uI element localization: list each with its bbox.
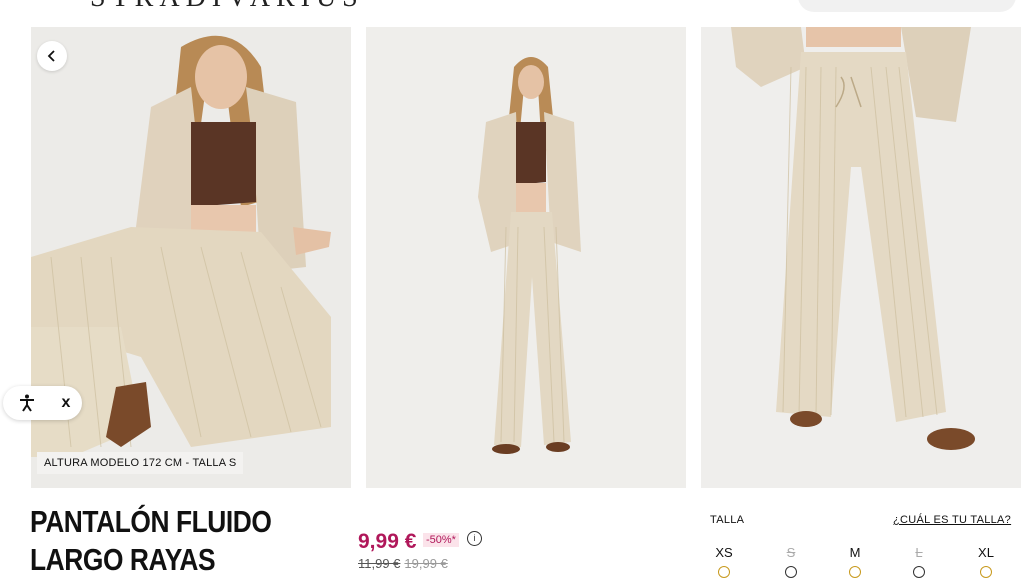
product-title: PANTALÓN FLUIDO LARGO RAYAS bbox=[30, 503, 285, 579]
size-option-l[interactable]: L bbox=[899, 545, 939, 560]
chevron-left-icon bbox=[47, 50, 55, 62]
size-label: TALLA bbox=[710, 514, 745, 526]
accessibility-close-button[interactable]: x bbox=[56, 392, 76, 414]
size-option-m[interactable]: M bbox=[835, 545, 875, 560]
info-icon[interactable]: i bbox=[467, 531, 482, 546]
size-option-s[interactable]: S bbox=[771, 545, 811, 560]
size-guide-link[interactable]: ¿CUÁL ES TU TALLA? bbox=[893, 514, 1011, 526]
search-bar[interactable] bbox=[798, 0, 1016, 12]
product-photo-3[interactable] bbox=[701, 27, 1021, 488]
model-info-tag: ALTURA MODELO 172 CM - TALLA S bbox=[37, 452, 244, 474]
accessibility-icon[interactable] bbox=[17, 393, 37, 413]
discount-badge: -50%* bbox=[423, 533, 459, 547]
brand-logo[interactable]: STRADIVARIUS bbox=[90, 0, 364, 14]
old-price: 11,99 € bbox=[358, 556, 401, 571]
product-photo-1[interactable] bbox=[31, 27, 351, 488]
accessibility-widget: x bbox=[3, 386, 82, 420]
previous-prices: 11,99 €19,99 € bbox=[358, 556, 448, 571]
clock-icon bbox=[718, 566, 730, 578]
current-price: 9,99 € bbox=[358, 530, 417, 553]
clock-icon bbox=[849, 566, 861, 578]
bell-icon bbox=[785, 566, 797, 578]
size-option-xl[interactable]: XL bbox=[966, 545, 1006, 560]
product-photo-2[interactable] bbox=[366, 27, 686, 488]
product-title-line-2: LARGO RAYAS bbox=[30, 542, 216, 577]
product-title-line-1: PANTALÓN FLUIDO bbox=[30, 504, 272, 539]
gallery-back-button[interactable] bbox=[37, 41, 67, 71]
original-price: 19,99 € bbox=[404, 556, 448, 571]
size-option-xs[interactable]: XS bbox=[704, 545, 744, 560]
clock-icon bbox=[980, 566, 992, 578]
bell-icon bbox=[913, 566, 925, 578]
